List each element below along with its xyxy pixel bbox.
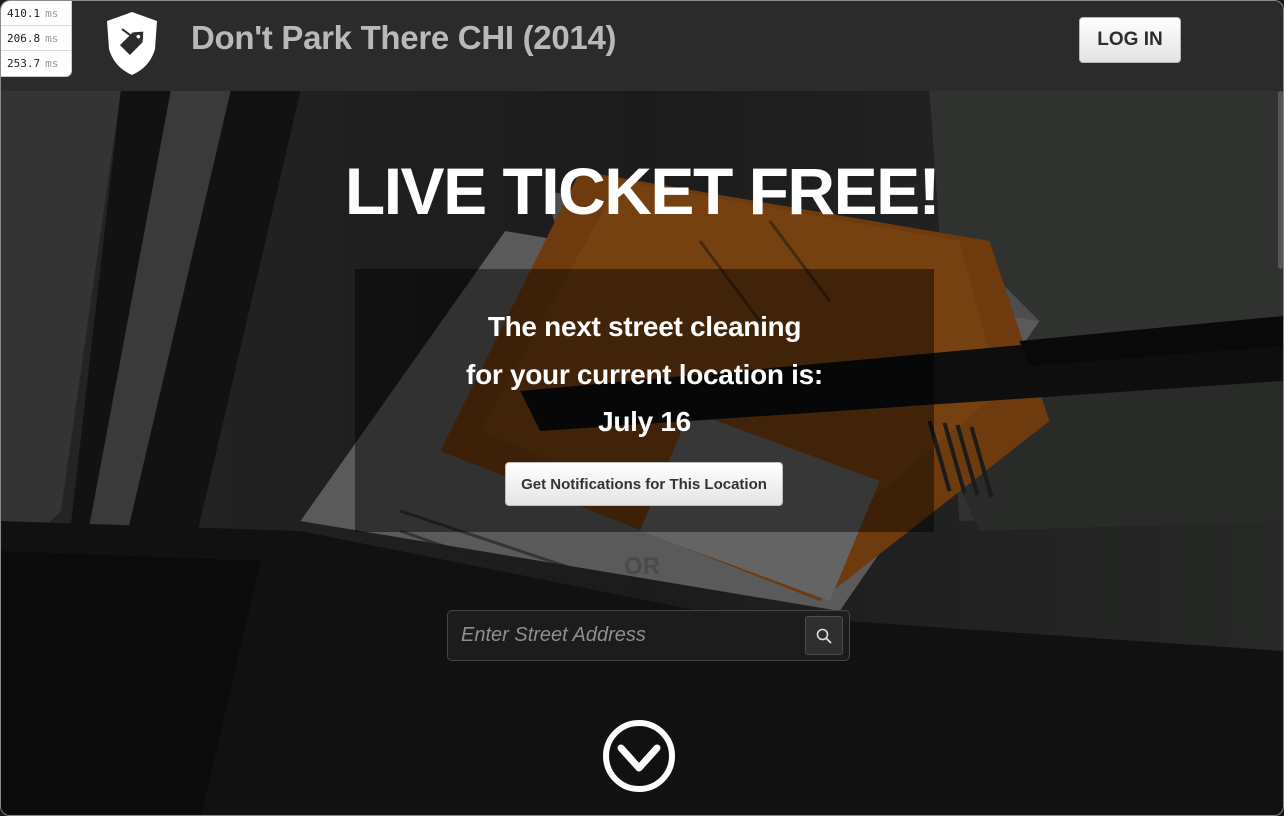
hero-headline: LIVE TICKET FREE! [344, 154, 941, 228]
timing-row: 206.8 ms [1, 26, 71, 51]
timing-row: 410.1 ms [1, 1, 71, 26]
street-cleaning-panel: The next street cleaning for your curren… [355, 269, 934, 532]
address-search-form [447, 610, 850, 661]
timing-row: 253.7 ms [1, 51, 71, 76]
shield-tag-icon[interactable] [102, 9, 162, 79]
hero-section: LIVE TICKET FREE! The next street cleani… [1, 91, 1283, 815]
top-navbar: Don't Park There CHI (2014) LOG IN [1, 1, 1283, 91]
timing-value: 410.1 [7, 7, 41, 20]
chevron-down-circle-icon[interactable] [602, 714, 676, 798]
or-divider: OR [624, 553, 660, 580]
timing-unit: ms [45, 7, 59, 20]
timing-unit: ms [45, 32, 59, 45]
timing-value: 206.8 [7, 32, 41, 45]
cleaning-date: July 16 [598, 406, 691, 437]
login-button[interactable]: LOG IN [1079, 17, 1181, 63]
timing-value: 253.7 [7, 57, 41, 70]
search-button[interactable] [805, 616, 843, 655]
street-address-input[interactable] [448, 611, 803, 660]
cleaning-text-line2: for your current location is: [466, 359, 823, 390]
browser-viewport: LIVE TICKET FREE! The next street cleani… [0, 0, 1284, 816]
page-scrollbar[interactable] [1278, 91, 1283, 269]
cleaning-text-line1: The next street cleaning [487, 311, 802, 342]
performance-timings-panel: 410.1 ms 206.8 ms 253.7 ms [1, 1, 72, 77]
site-title[interactable]: Don't Park There CHI (2014) [191, 19, 617, 57]
search-icon [816, 628, 832, 643]
get-notifications-button[interactable]: Get Notifications for This Location [505, 462, 783, 506]
timing-unit: ms [45, 57, 59, 70]
